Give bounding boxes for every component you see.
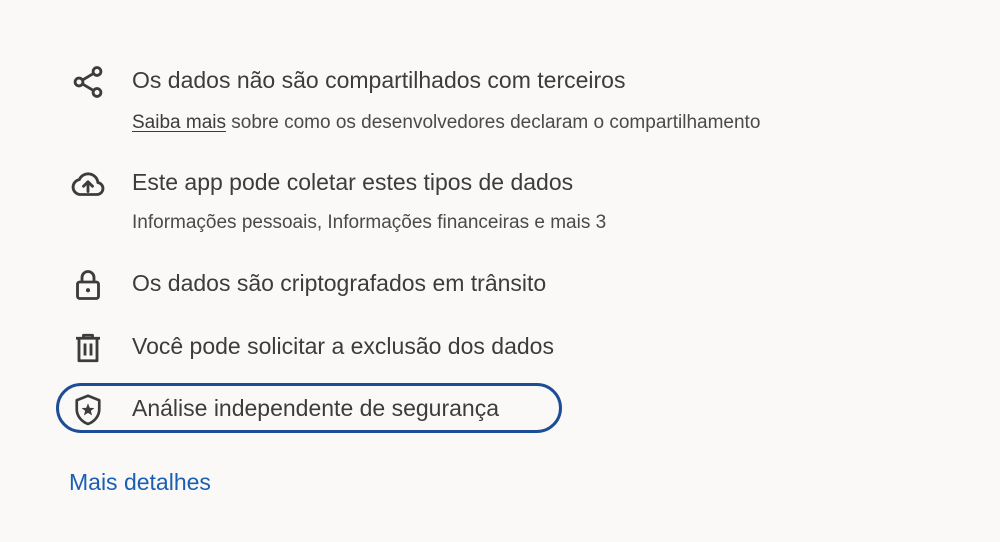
item-title: Análise independente de segurança bbox=[132, 395, 500, 421]
item-subtitle: Informações pessoais, Informações financ… bbox=[132, 212, 607, 233]
item-title: Os dados não são compartilhados com terc… bbox=[132, 67, 626, 93]
learn-more-link[interactable]: Saiba mais bbox=[132, 112, 226, 133]
item-title: Os dados são criptografados em trânsito bbox=[132, 270, 547, 296]
lock-icon bbox=[68, 265, 108, 305]
cloud-upload-icon bbox=[68, 164, 108, 204]
item-subtitle: Saiba mais sobre como os desenvolvedores… bbox=[132, 110, 760, 136]
item-title: Você pode solicitar a exclusão dos dados bbox=[132, 333, 554, 359]
shield-star-icon bbox=[68, 390, 108, 430]
share-icon bbox=[68, 62, 108, 102]
learn-more-description: sobre como os desenvolvedores declaram o… bbox=[226, 112, 761, 133]
item-title: Este app pode coletar estes tipos de dad… bbox=[132, 169, 574, 195]
more-details-link[interactable]: Mais detalhes bbox=[69, 467, 211, 497]
trash-icon bbox=[68, 328, 108, 368]
